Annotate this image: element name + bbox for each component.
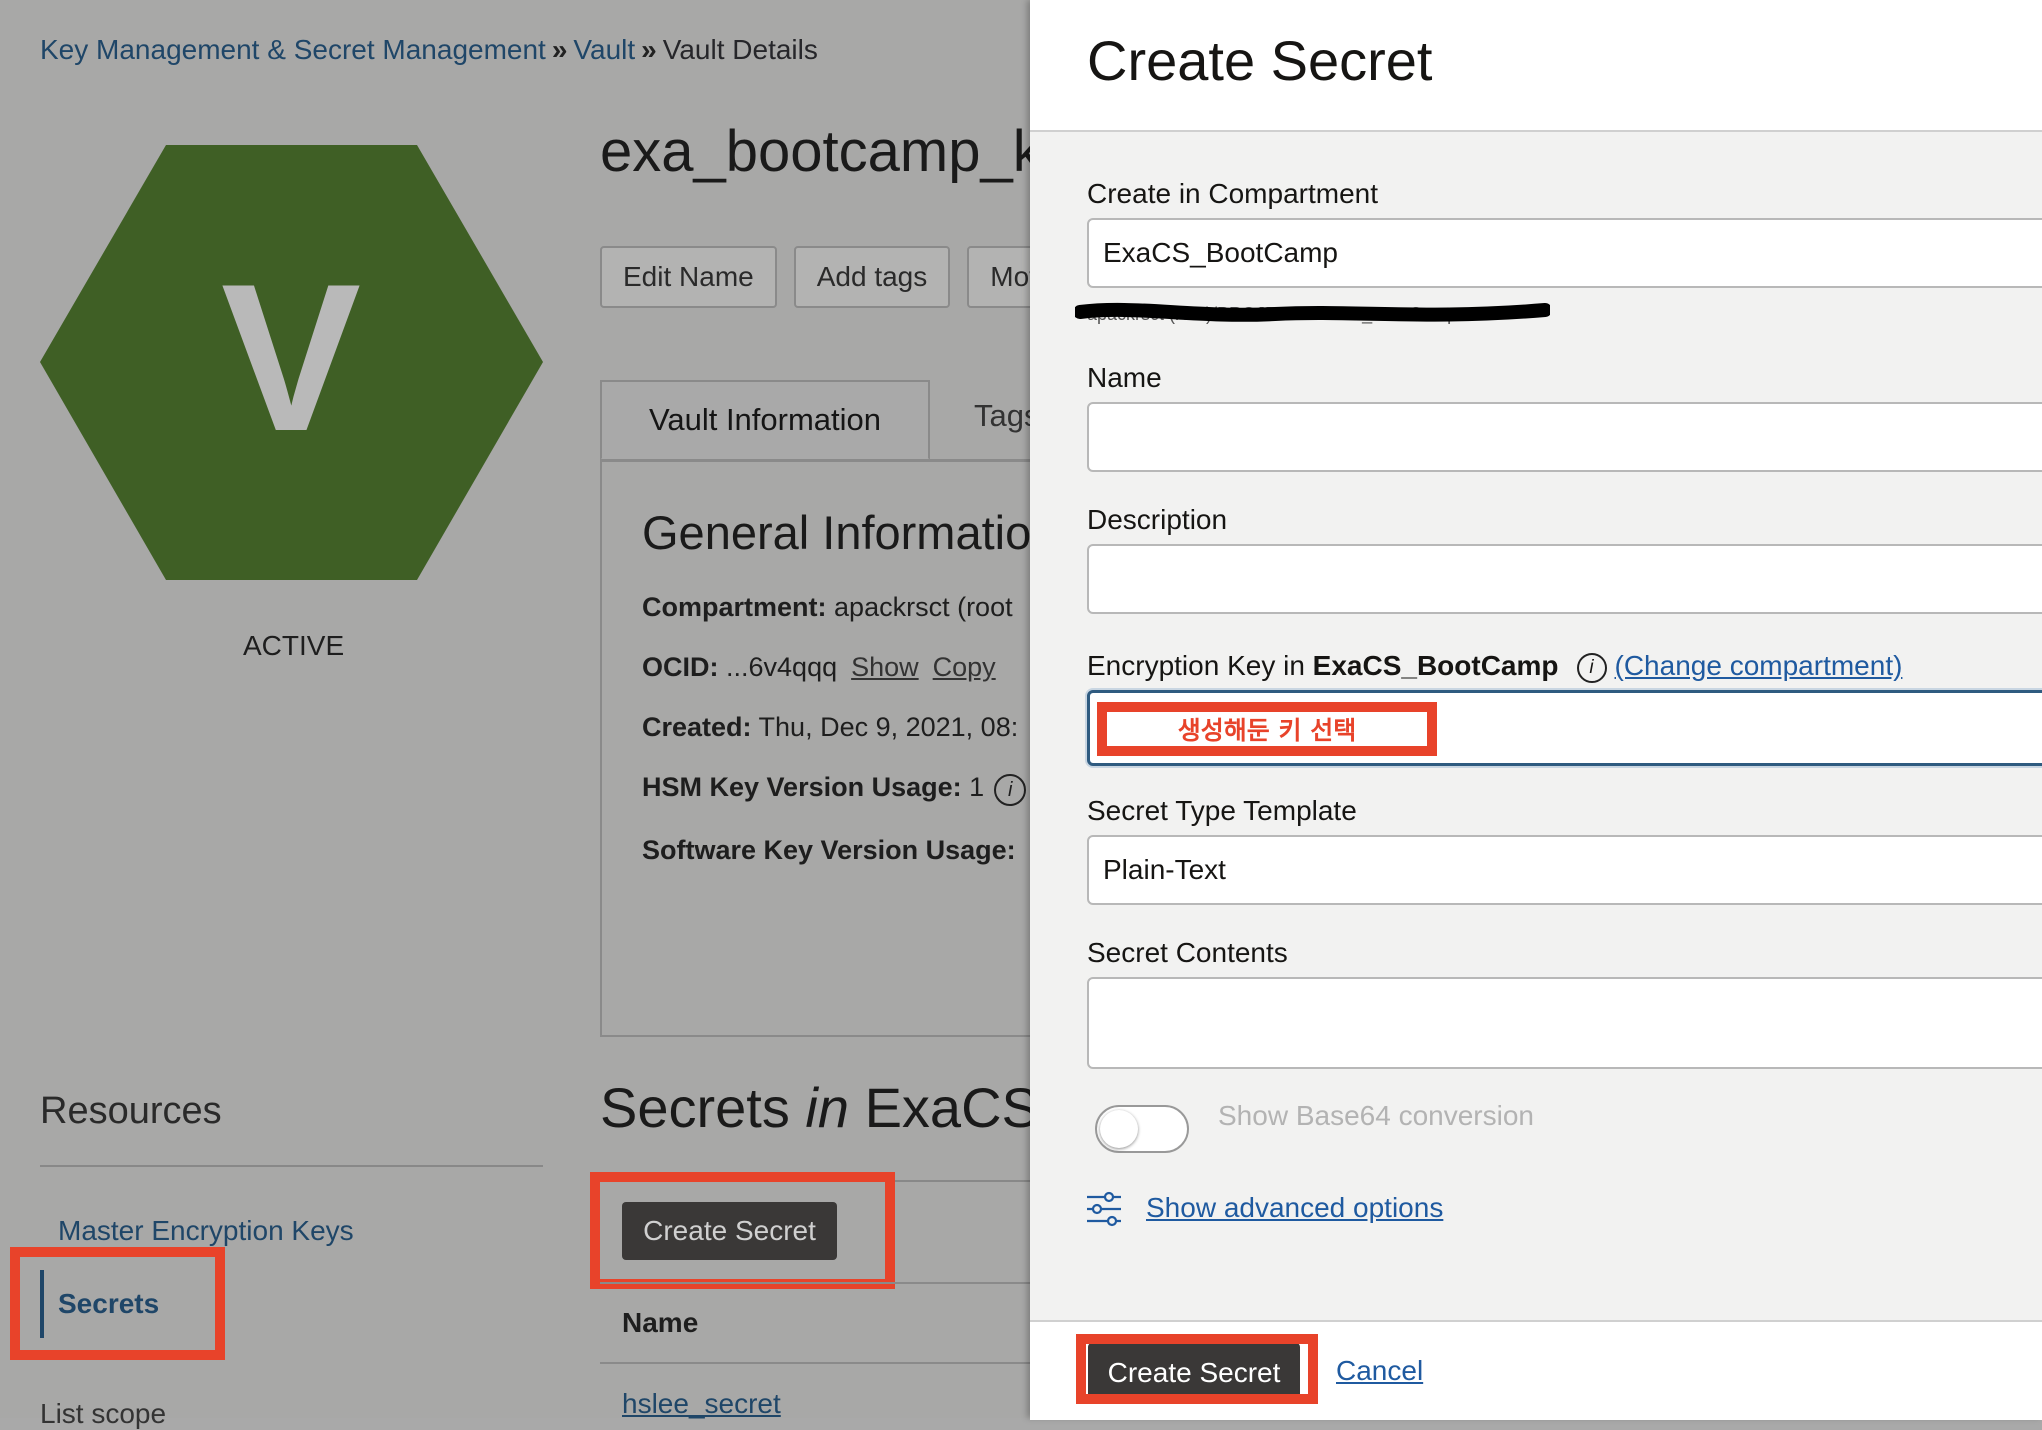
ocid-copy-link[interactable]: Copy — [933, 652, 996, 682]
ocid-show-link[interactable]: Show — [851, 652, 919, 682]
base64-toggle-label: Show Base64 conversion — [1218, 1100, 1534, 1131]
created-row: Created: Thu, Dec 9, 2021, 08: — [642, 712, 1018, 743]
breadcrumb-current: Vault Details — [662, 34, 818, 65]
sliders-icon[interactable] — [1085, 1190, 1123, 1228]
panel-title: Create Secret — [1087, 29, 1433, 92]
breadcrumb-separator: » — [551, 34, 568, 65]
secret-row-link[interactable]: hslee_secret — [622, 1388, 781, 1420]
redaction-scribble — [1075, 302, 1550, 322]
toggle-knob — [1100, 1110, 1138, 1148]
vault-tabs: Vault Information Tags — [600, 380, 1040, 462]
resources-heading: Resources — [40, 1090, 222, 1132]
breadcrumb-vault-link[interactable]: Vault — [573, 34, 635, 65]
highlight-box-secrets — [10, 1247, 225, 1360]
secret-contents-textarea[interactable] — [1087, 977, 2042, 1069]
highlight-box-create-secret-submit — [1076, 1334, 1318, 1404]
vault-name-heading: exa_bootcamp_k — [600, 119, 1042, 184]
vault-hexagon-icon: V — [40, 145, 543, 580]
vault-action-buttons: Edit Name Add tags Mov — [600, 246, 1067, 308]
created-value: Thu, Dec 9, 2021, 08: — [758, 712, 1019, 742]
description-input[interactable] — [1087, 544, 2042, 614]
secret-type-value: Plain-Text — [1103, 854, 1226, 885]
secrets-heading: Secrets in ExaCS — [600, 1075, 1039, 1140]
hsm-usage-row: HSM Key Version Usage: 1i — [642, 772, 1027, 806]
secrets-heading-prefix: Secrets — [600, 1076, 790, 1139]
edit-name-button[interactable]: Edit Name — [600, 246, 777, 308]
vault-avatar-letter: V — [221, 240, 361, 475]
compartment-select[interactable]: ExaCS_BootCamp — [1087, 218, 2042, 288]
breadcrumb: Key Management & Secret Management» Vault… — [40, 34, 818, 66]
compartment-row: Compartment: apackrsct (root — [642, 592, 1013, 623]
software-usage-row: Software Key Version Usage: — [642, 835, 1016, 866]
encryption-key-annotation: 생성해둔 키 선택 — [1097, 702, 1437, 756]
created-label: Created: — [642, 712, 752, 742]
description-field-label: Description — [1087, 504, 1228, 535]
compartment-field-label: Create in Compartment — [1087, 178, 1379, 209]
info-icon[interactable]: i — [1576, 652, 1607, 683]
base64-toggle[interactable] — [1095, 1105, 1189, 1153]
resources-divider — [40, 1165, 543, 1167]
add-tags-button[interactable]: Add tags — [793, 246, 951, 308]
encryption-key-label-prefix: Encryption Key in — [1087, 650, 1305, 681]
ocid-label: OCID: — [642, 652, 719, 682]
hsm-usage-value: 1 — [969, 772, 985, 802]
secret-contents-field-label: Secret Contents — [1087, 937, 1288, 968]
hsm-usage-label: HSM Key Version Usage: — [642, 772, 962, 802]
info-icon[interactable]: i — [994, 774, 1027, 806]
column-header-name[interactable]: Name — [622, 1307, 698, 1339]
cancel-link[interactable]: Cancel — [1336, 1355, 1423, 1387]
breadcrumb-kms-link[interactable]: Key Management & Secret Management — [40, 34, 546, 65]
breadcrumb-separator: » — [641, 34, 657, 65]
name-field-label: Name — [1087, 362, 1162, 393]
ocid-row: OCID: ...6v4qqq Show Copy — [642, 652, 996, 683]
secret-type-select[interactable]: Plain-Text — [1087, 835, 2042, 905]
general-information-heading: General Informatio — [642, 506, 1032, 559]
resource-master-encryption-keys[interactable]: Master Encryption Keys — [58, 1215, 354, 1247]
secrets-heading-in: in — [805, 1076, 850, 1139]
encryption-key-label-compartment: ExaCS_BootCamp — [1312, 650, 1559, 681]
show-advanced-options-link[interactable]: Show advanced options — [1146, 1192, 1443, 1224]
highlight-box-create-secret-list — [590, 1172, 895, 1289]
name-input[interactable] — [1087, 402, 2042, 472]
software-usage-label: Software Key Version Usage: — [642, 835, 1016, 865]
secrets-table-header: Name — [600, 1282, 1040, 1364]
secret-type-field-label: Secret Type Template — [1087, 795, 1357, 826]
tab-vault-information[interactable]: Vault Information — [600, 380, 930, 460]
change-compartment-link[interactable]: (Change compartment) — [1615, 650, 1903, 681]
panel-header: Create Secret — [1030, 0, 2042, 132]
compartment-label: Compartment: — [642, 592, 827, 622]
resource-list-scope: List scope — [40, 1398, 167, 1429]
compartment-select-value: ExaCS_BootCamp — [1103, 237, 1339, 268]
encryption-key-field-label: Encryption Key in ExaCS_BootCamp i (Change… — [1087, 650, 1902, 683]
vault-status: ACTIVE — [243, 630, 345, 661]
ocid-value: ...6v4qqq — [726, 652, 838, 682]
compartment-value: apackrsct (root — [834, 592, 1013, 622]
secrets-heading-compartment: ExaCS — [864, 1076, 1039, 1139]
